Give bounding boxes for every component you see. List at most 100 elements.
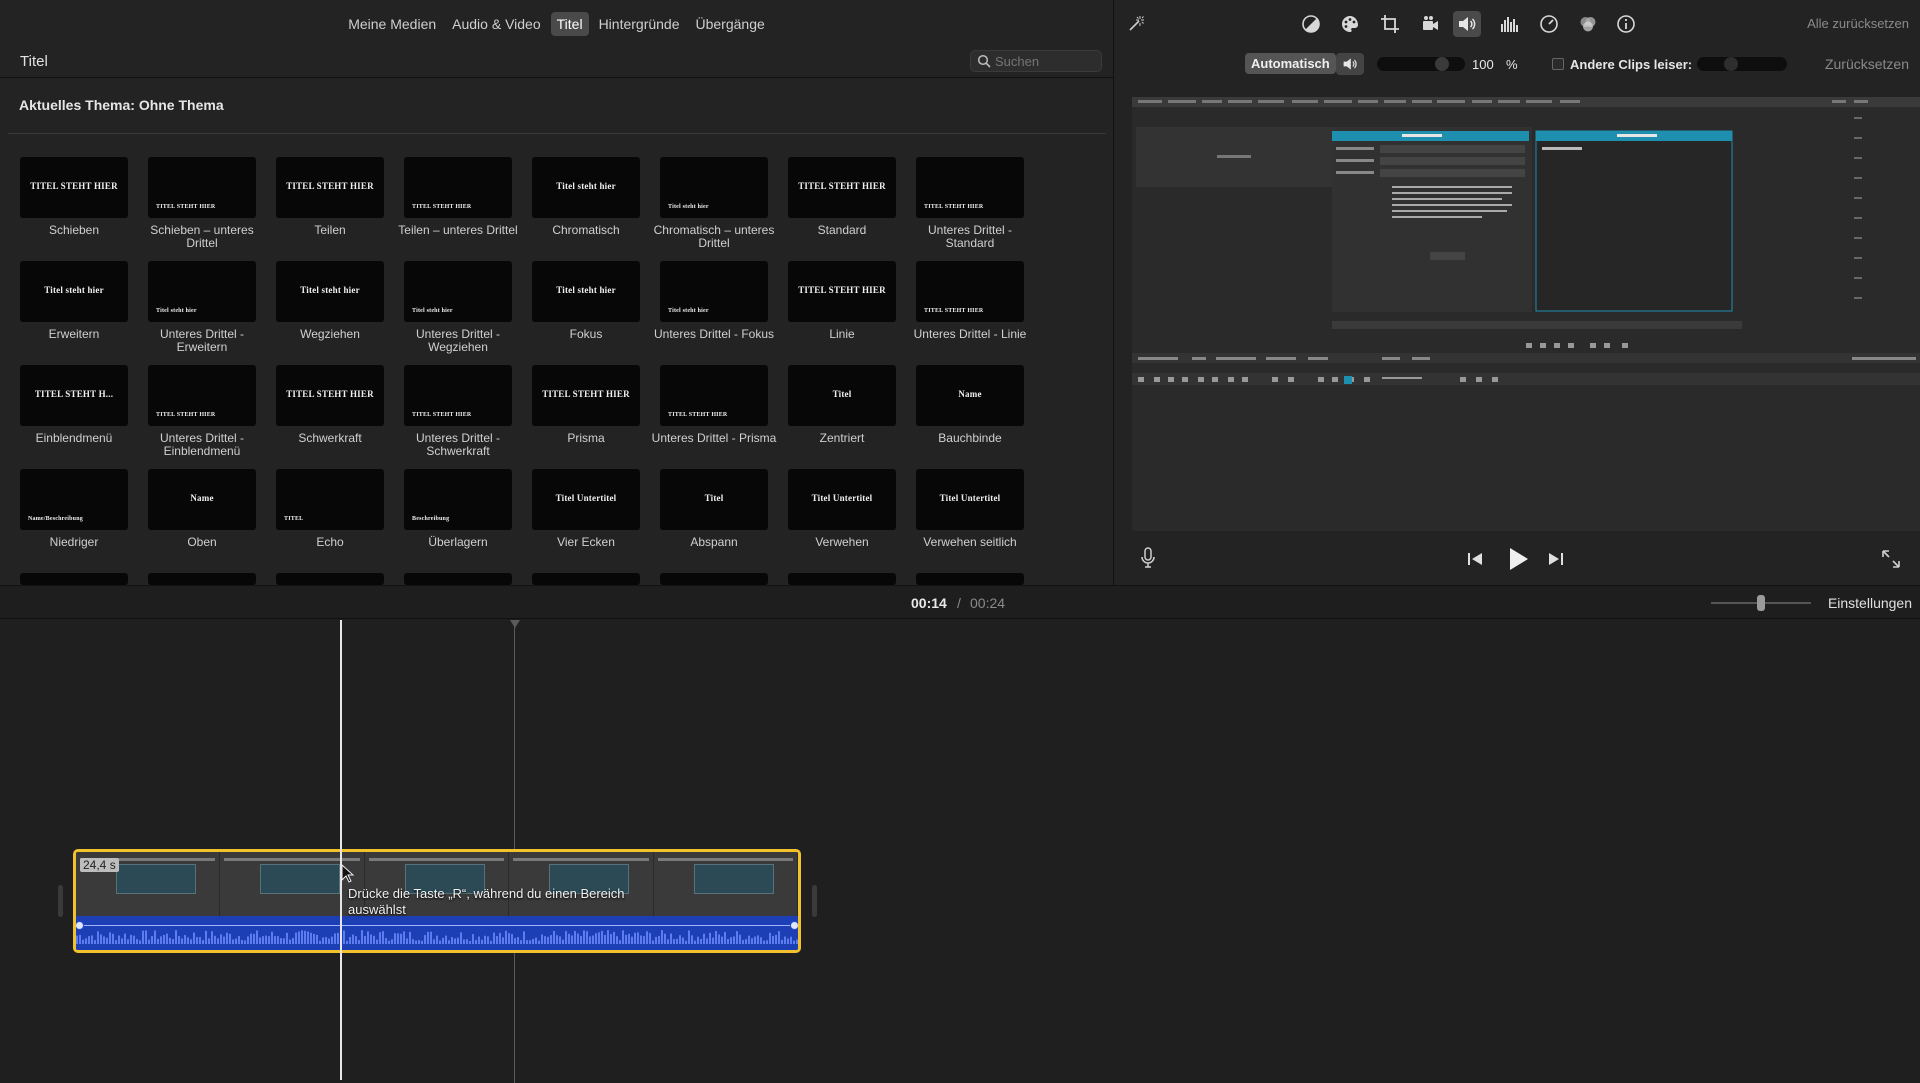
timeline-zoom-knob[interactable] bbox=[1757, 595, 1765, 611]
crop-icon[interactable] bbox=[1380, 14, 1400, 34]
info-icon[interactable] bbox=[1616, 14, 1636, 34]
title-tile[interactable]: TITEL STEHT HIER Teilen – unteres Drittel bbox=[398, 157, 518, 237]
volume-line[interactable] bbox=[79, 925, 795, 926]
fullscreen-icon[interactable] bbox=[1880, 548, 1902, 570]
title-thumbnail[interactable]: Name/Beschreibung bbox=[20, 469, 128, 530]
title-thumbnail[interactable] bbox=[148, 573, 256, 585]
skip-back-icon[interactable] bbox=[1466, 550, 1484, 568]
other-clips-slider[interactable] bbox=[1697, 57, 1787, 71]
title-thumbnail[interactable]: Beschreibung bbox=[404, 469, 512, 530]
color-correction-icon[interactable] bbox=[1340, 14, 1360, 34]
title-thumbnail[interactable] bbox=[916, 573, 1024, 585]
tab-meine-medien[interactable]: Meine Medien bbox=[342, 12, 442, 36]
title-thumbnail[interactable]: Titel steht hier bbox=[660, 261, 768, 322]
title-tile[interactable]: Titel steht hier Erweitern bbox=[20, 261, 128, 341]
title-thumbnail[interactable]: TITEL STEHT HIER bbox=[916, 261, 1024, 322]
title-thumbnail[interactable]: Titel steht hier bbox=[148, 261, 256, 322]
title-thumbnail[interactable]: Titel steht hier bbox=[660, 157, 768, 218]
title-thumbnail[interactable] bbox=[20, 573, 128, 585]
play-icon[interactable] bbox=[1506, 546, 1530, 572]
reset-all-button[interactable]: Alle zurücksetzen bbox=[1807, 16, 1909, 31]
title-thumbnail[interactable] bbox=[276, 573, 384, 585]
title-tile[interactable]: Titel steht hier Wegziehen bbox=[276, 261, 384, 341]
title-thumbnail[interactable]: Titel steht hier bbox=[20, 261, 128, 322]
title-tile[interactable]: TITEL STEHT HIER Standard bbox=[788, 157, 896, 237]
title-thumbnail[interactable]: TITEL bbox=[276, 469, 384, 530]
clip-left-handle[interactable] bbox=[58, 885, 63, 917]
title-tile[interactable]: Name/Beschreibung Niedriger bbox=[20, 469, 128, 549]
title-thumbnail[interactable]: TITEL STEHT HIER bbox=[404, 157, 512, 218]
title-tile[interactable]: Titel steht hier Chromatisch bbox=[532, 157, 640, 237]
title-tile[interactable]: TITEL STEHT HIER Unteres Drittel - Standa… bbox=[916, 157, 1024, 250]
title-thumbnail[interactable]: Titel steht hier bbox=[276, 261, 384, 322]
title-thumbnail[interactable]: Titel steht hier bbox=[404, 261, 512, 322]
title-tile[interactable]: TITEL STEHT HIER Teilen bbox=[276, 157, 384, 237]
title-thumbnail[interactable]: TITEL STEHT HIER bbox=[532, 365, 640, 426]
tab-uebergaenge[interactable]: Übergänge bbox=[690, 12, 771, 36]
tab-titel[interactable]: Titel bbox=[550, 12, 589, 36]
title-tile[interactable]: Titel Untertitel Verwehen seitlich bbox=[916, 469, 1024, 549]
microphone-icon[interactable] bbox=[1140, 547, 1156, 569]
title-thumbnail[interactable]: TITEL STEHT HIER bbox=[276, 365, 384, 426]
title-tile[interactable]: TITEL STEHT HIER Schwerkraft bbox=[276, 365, 384, 445]
title-tile[interactable]: Titel steht hier Unteres Drittel - Erweit… bbox=[148, 261, 256, 354]
title-thumbnail[interactable]: TITEL STEHT HIER bbox=[788, 157, 896, 218]
title-tile[interactable]: TITEL STEHT HIER Schieben – unteres Dritt… bbox=[148, 157, 256, 250]
title-tile[interactable]: TITEL STEHT HIER Linie bbox=[788, 261, 896, 341]
title-thumbnail[interactable] bbox=[788, 573, 896, 585]
settings-button[interactable]: Einstellungen bbox=[1828, 595, 1912, 611]
audio-fade-handle-left[interactable] bbox=[76, 921, 84, 930]
title-thumbnail[interactable]: Titel Untertitel bbox=[532, 469, 640, 530]
title-thumbnail[interactable] bbox=[660, 573, 768, 585]
title-thumbnail[interactable]: TITEL STEHT HIER bbox=[148, 157, 256, 218]
tab-hintergruende[interactable]: Hintergründe bbox=[593, 12, 686, 36]
title-tile[interactable]: TITEL STEHT HIER Unteres Drittel - Prisma bbox=[652, 365, 776, 445]
title-thumbnail[interactable] bbox=[404, 573, 512, 585]
magic-wand-icon[interactable] bbox=[1126, 14, 1146, 34]
title-thumbnail[interactable] bbox=[532, 573, 640, 585]
title-thumbnail[interactable]: Name bbox=[148, 469, 256, 530]
video-preview[interactable] bbox=[1132, 97, 1920, 531]
title-tile[interactable]: Titel steht hier Unteres Drittel - Wegzie… bbox=[404, 261, 512, 354]
search-box[interactable] bbox=[970, 50, 1102, 72]
title-thumbnail[interactable]: Titel Untertitel bbox=[916, 469, 1024, 530]
title-thumbnail[interactable]: Name bbox=[916, 365, 1024, 426]
title-tile[interactable]: TITEL STEHT HIER Unteres Drittel - Einble… bbox=[148, 365, 256, 458]
title-thumbnail[interactable]: Titel Untertitel bbox=[788, 469, 896, 530]
color-balance-icon[interactable] bbox=[1301, 14, 1321, 34]
playhead[interactable] bbox=[340, 620, 342, 1080]
title-tile[interactable]: TITEL STEHT HIER Prisma bbox=[532, 365, 640, 445]
title-thumbnail[interactable]: TITEL STEHT HIER bbox=[148, 365, 256, 426]
other-clips-slider-knob[interactable] bbox=[1723, 57, 1738, 71]
clip-audio-waveform[interactable] bbox=[76, 916, 798, 950]
equalizer-icon[interactable] bbox=[1500, 14, 1520, 34]
volume-slider-knob[interactable] bbox=[1434, 57, 1449, 71]
title-tile[interactable]: Titel Untertitel Vier Ecken bbox=[532, 469, 640, 549]
title-thumbnail[interactable]: TITEL STEHT H... bbox=[20, 365, 128, 426]
title-tile[interactable]: TITEL STEHT HIER Schieben bbox=[20, 157, 128, 237]
clip-right-handle[interactable] bbox=[812, 885, 817, 917]
title-thumbnail[interactable]: Titel steht hier bbox=[532, 157, 640, 218]
title-tile[interactable]: Name Oben bbox=[148, 469, 256, 549]
title-thumbnail[interactable]: Titel bbox=[660, 469, 768, 530]
title-tile[interactable]: TITEL STEHT HIER Unteres Drittel - Linie bbox=[914, 261, 1026, 341]
title-tile[interactable]: TITEL Echo bbox=[276, 469, 384, 549]
title-tile[interactable]: Titel Zentriert bbox=[788, 365, 896, 445]
other-clips-checkbox[interactable] bbox=[1552, 58, 1564, 70]
title-tile[interactable]: TITEL STEHT H... Einblendmenü bbox=[20, 365, 128, 445]
skip-forward-icon[interactable] bbox=[1547, 550, 1565, 568]
title-thumbnail[interactable]: Titel bbox=[788, 365, 896, 426]
title-tile[interactable]: Titel steht hier Chromatisch – unteres Dr… bbox=[654, 157, 774, 250]
speed-icon[interactable] bbox=[1539, 14, 1559, 34]
title-tile[interactable]: Titel steht hier Fokus bbox=[532, 261, 640, 341]
title-tile[interactable]: Titel Abspann bbox=[660, 469, 768, 549]
title-thumbnail[interactable]: Titel steht hier bbox=[532, 261, 640, 322]
timeline[interactable]: 24,4 s Drücke die Taste „R“, während du … bbox=[0, 620, 1920, 1083]
title-tile[interactable]: Titel steht hier Unteres Drittel - Fokus bbox=[654, 261, 774, 341]
title-tile[interactable]: TITEL STEHT HIER Unteres Drittel - Schwer… bbox=[404, 365, 512, 458]
tab-audio-video[interactable]: Audio & Video bbox=[446, 12, 546, 36]
mute-button[interactable] bbox=[1336, 53, 1364, 75]
reset-button[interactable]: Zurücksetzen bbox=[1825, 56, 1909, 72]
title-tile[interactable]: Beschreibung Überlagern bbox=[404, 469, 512, 549]
volume-icon[interactable] bbox=[1457, 14, 1477, 34]
